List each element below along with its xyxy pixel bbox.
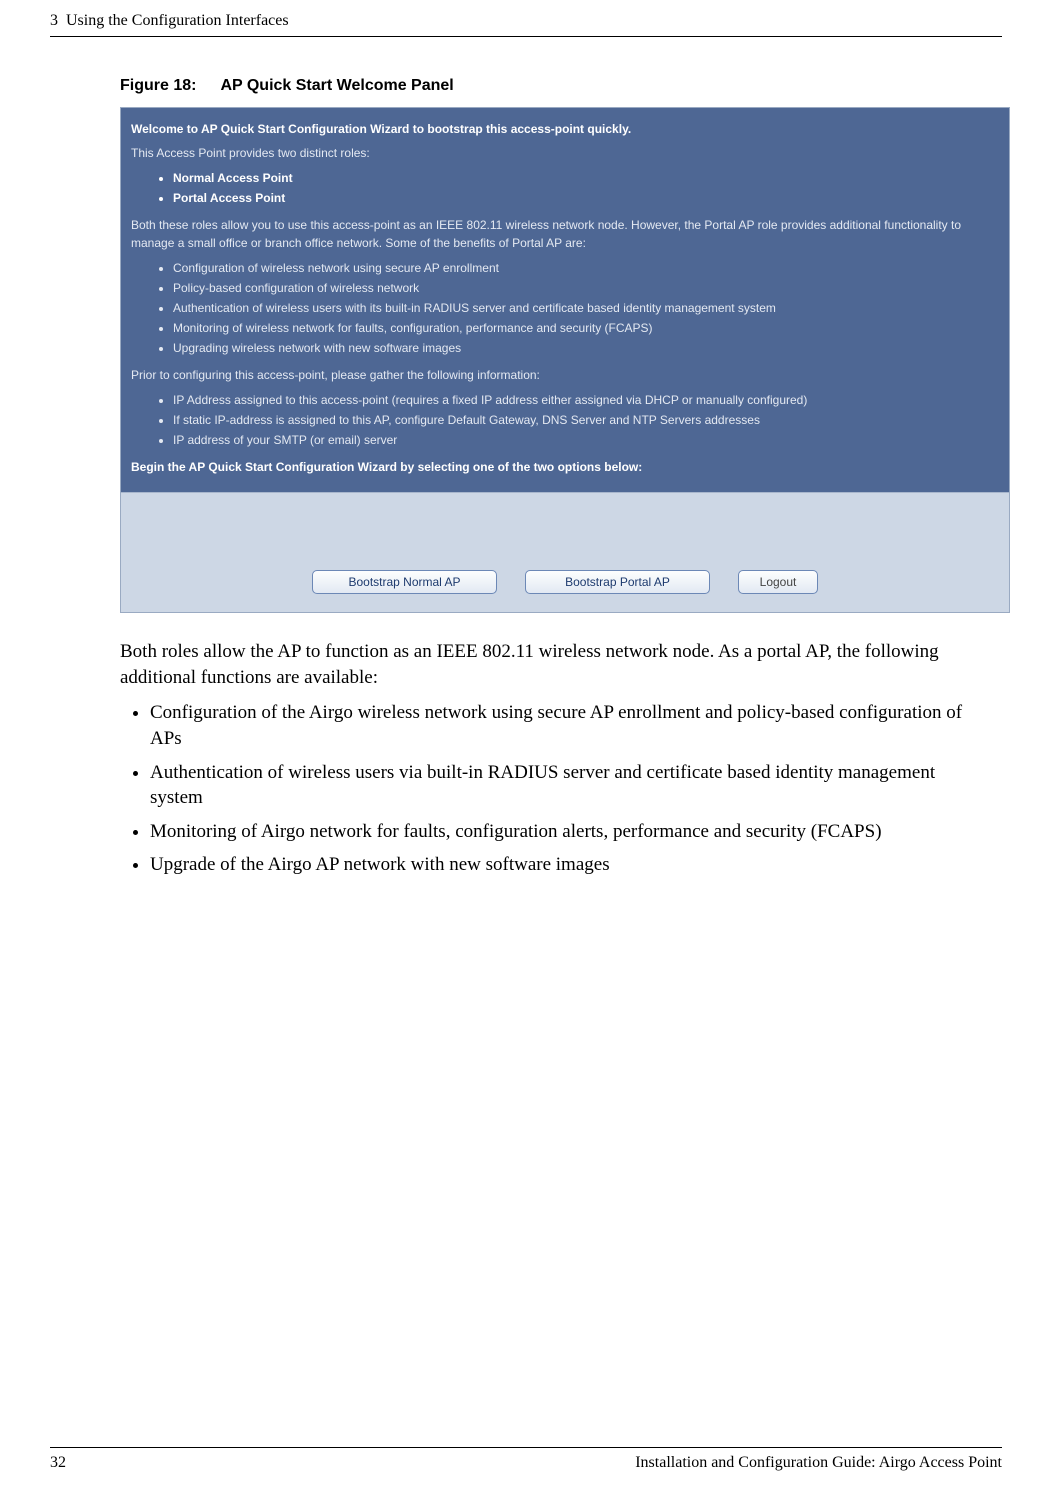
list-item: Upgrading wireless network with new soft…: [173, 338, 999, 358]
benefits-list: Configuration of wireless network using …: [173, 258, 999, 358]
doc-title: Installation and Configuration Guide: Ai…: [635, 1454, 1002, 1472]
chapter-number: 3: [50, 12, 58, 29]
figure-label: Figure 18:: [120, 77, 196, 94]
list-item: Configuration of the Airgo wireless netw…: [150, 700, 972, 751]
list-item: Authentication of wireless users via bui…: [150, 760, 972, 811]
chapter-title: Using the Configuration Interfaces: [66, 12, 289, 29]
list-item: Configuration of wireless network using …: [173, 258, 999, 278]
role-normal: Normal Access Point: [173, 168, 999, 188]
list-item: Upgrade of the Airgo AP network with new…: [150, 852, 972, 878]
wizard-info-panel: Welcome to AP Quick Start Configuration …: [121, 108, 1009, 492]
both-roles-text: Both these roles allow you to use this a…: [131, 216, 999, 252]
body-intro: Both roles allow the AP to function as a…: [120, 639, 972, 690]
wizard-button-bar: Bootstrap Normal AP Bootstrap Portal AP …: [121, 492, 1009, 612]
bootstrap-normal-button[interactable]: Bootstrap Normal AP: [312, 570, 497, 594]
page-number: 32: [50, 1454, 66, 1472]
page-header: 3 Using the Configuration Interfaces: [50, 0, 1002, 37]
wizard-panel-screenshot: Welcome to AP Quick Start Configuration …: [120, 107, 1010, 613]
list-item: IP address of your SMTP (or email) serve…: [173, 430, 999, 450]
role-portal: Portal Access Point: [173, 188, 999, 208]
list-item: Authentication of wireless users with it…: [173, 298, 999, 318]
gather-intro: Prior to configuring this access-point, …: [131, 366, 999, 384]
list-item: IP Address assigned to this access-point…: [173, 390, 999, 410]
figure-caption: Figure 18: AP Quick Start Welcome Panel: [120, 77, 1002, 95]
list-item: Monitoring of Airgo network for faults, …: [150, 819, 972, 845]
bootstrap-portal-button[interactable]: Bootstrap Portal AP: [525, 570, 710, 594]
list-item: Policy-based configuration of wireless n…: [173, 278, 999, 298]
roles-list: Normal Access Point Portal Access Point: [173, 168, 999, 208]
logout-button[interactable]: Logout: [738, 570, 818, 594]
body-list: Configuration of the Airgo wireless netw…: [150, 700, 972, 878]
body-paragraph-block: Both roles allow the AP to function as a…: [120, 639, 972, 878]
chapter-label: 3 Using the Configuration Interfaces: [50, 12, 289, 30]
begin-text: Begin the AP Quick Start Configuration W…: [131, 458, 999, 476]
page-footer: 32 Installation and Configuration Guide:…: [50, 1447, 1002, 1472]
roles-intro: This Access Point provides two distinct …: [131, 144, 999, 162]
gather-list: IP Address assigned to this access-point…: [173, 390, 999, 450]
list-item: Monitoring of wireless network for fault…: [173, 318, 999, 338]
list-item: If static IP-address is assigned to this…: [173, 410, 999, 430]
welcome-heading: Welcome to AP Quick Start Configuration …: [131, 120, 999, 138]
figure-title: AP Quick Start Welcome Panel: [220, 77, 453, 94]
